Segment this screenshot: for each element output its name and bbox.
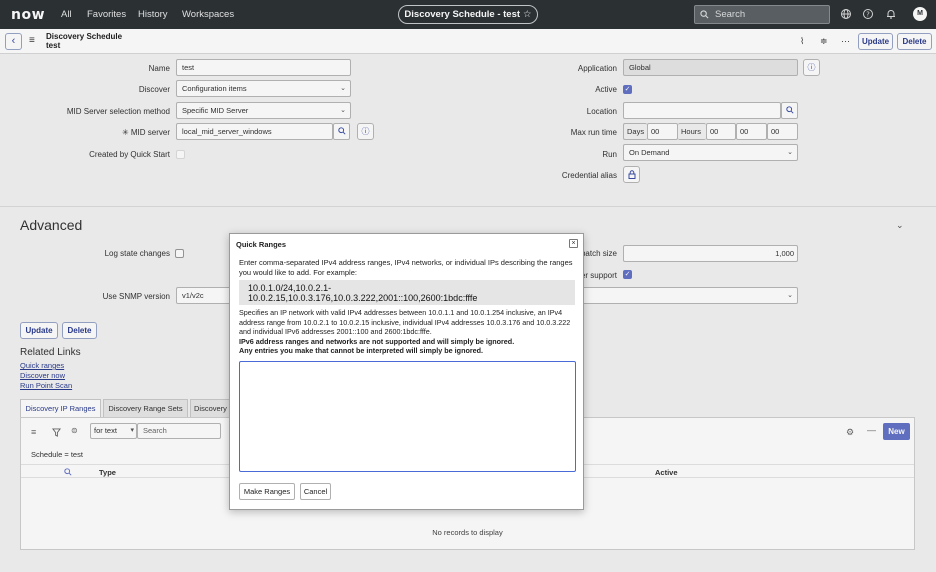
quick-ranges-dialog: Quick Ranges × Enter comma-separated IPv… <box>229 233 584 510</box>
example-ranges-box: 10.0.1.0/24,10.0.2.1- 10.0.2.15,10.0.3.1… <box>239 280 575 305</box>
make-ranges-button[interactable]: Make Ranges <box>239 483 295 500</box>
dialog-description-text: Specifies an IP network with valid IPv4 … <box>239 308 571 336</box>
ipv6-note: IPv6 address ranges and networks are not… <box>239 336 515 346</box>
dialog-title: Quick Ranges <box>236 240 287 249</box>
close-icon[interactable]: × <box>569 239 578 248</box>
cancel-button[interactable]: Cancel <box>300 483 331 500</box>
ignored-entries-note: Any entries you make that cannot be inte… <box>239 346 484 355</box>
dialog-intro-text: Enter comma-separated IPv4 address range… <box>239 258 573 277</box>
dialog-description: Specifies an IP network with valid IPv4 … <box>239 308 575 356</box>
example-line-1: 10.0.1.0/24,10.0.2.1- <box>248 283 332 293</box>
example-line-2: 10.0.2.15,10.0.3.176,10.0.3.222,2001::10… <box>248 293 478 303</box>
ranges-textarea[interactable] <box>239 361 576 472</box>
